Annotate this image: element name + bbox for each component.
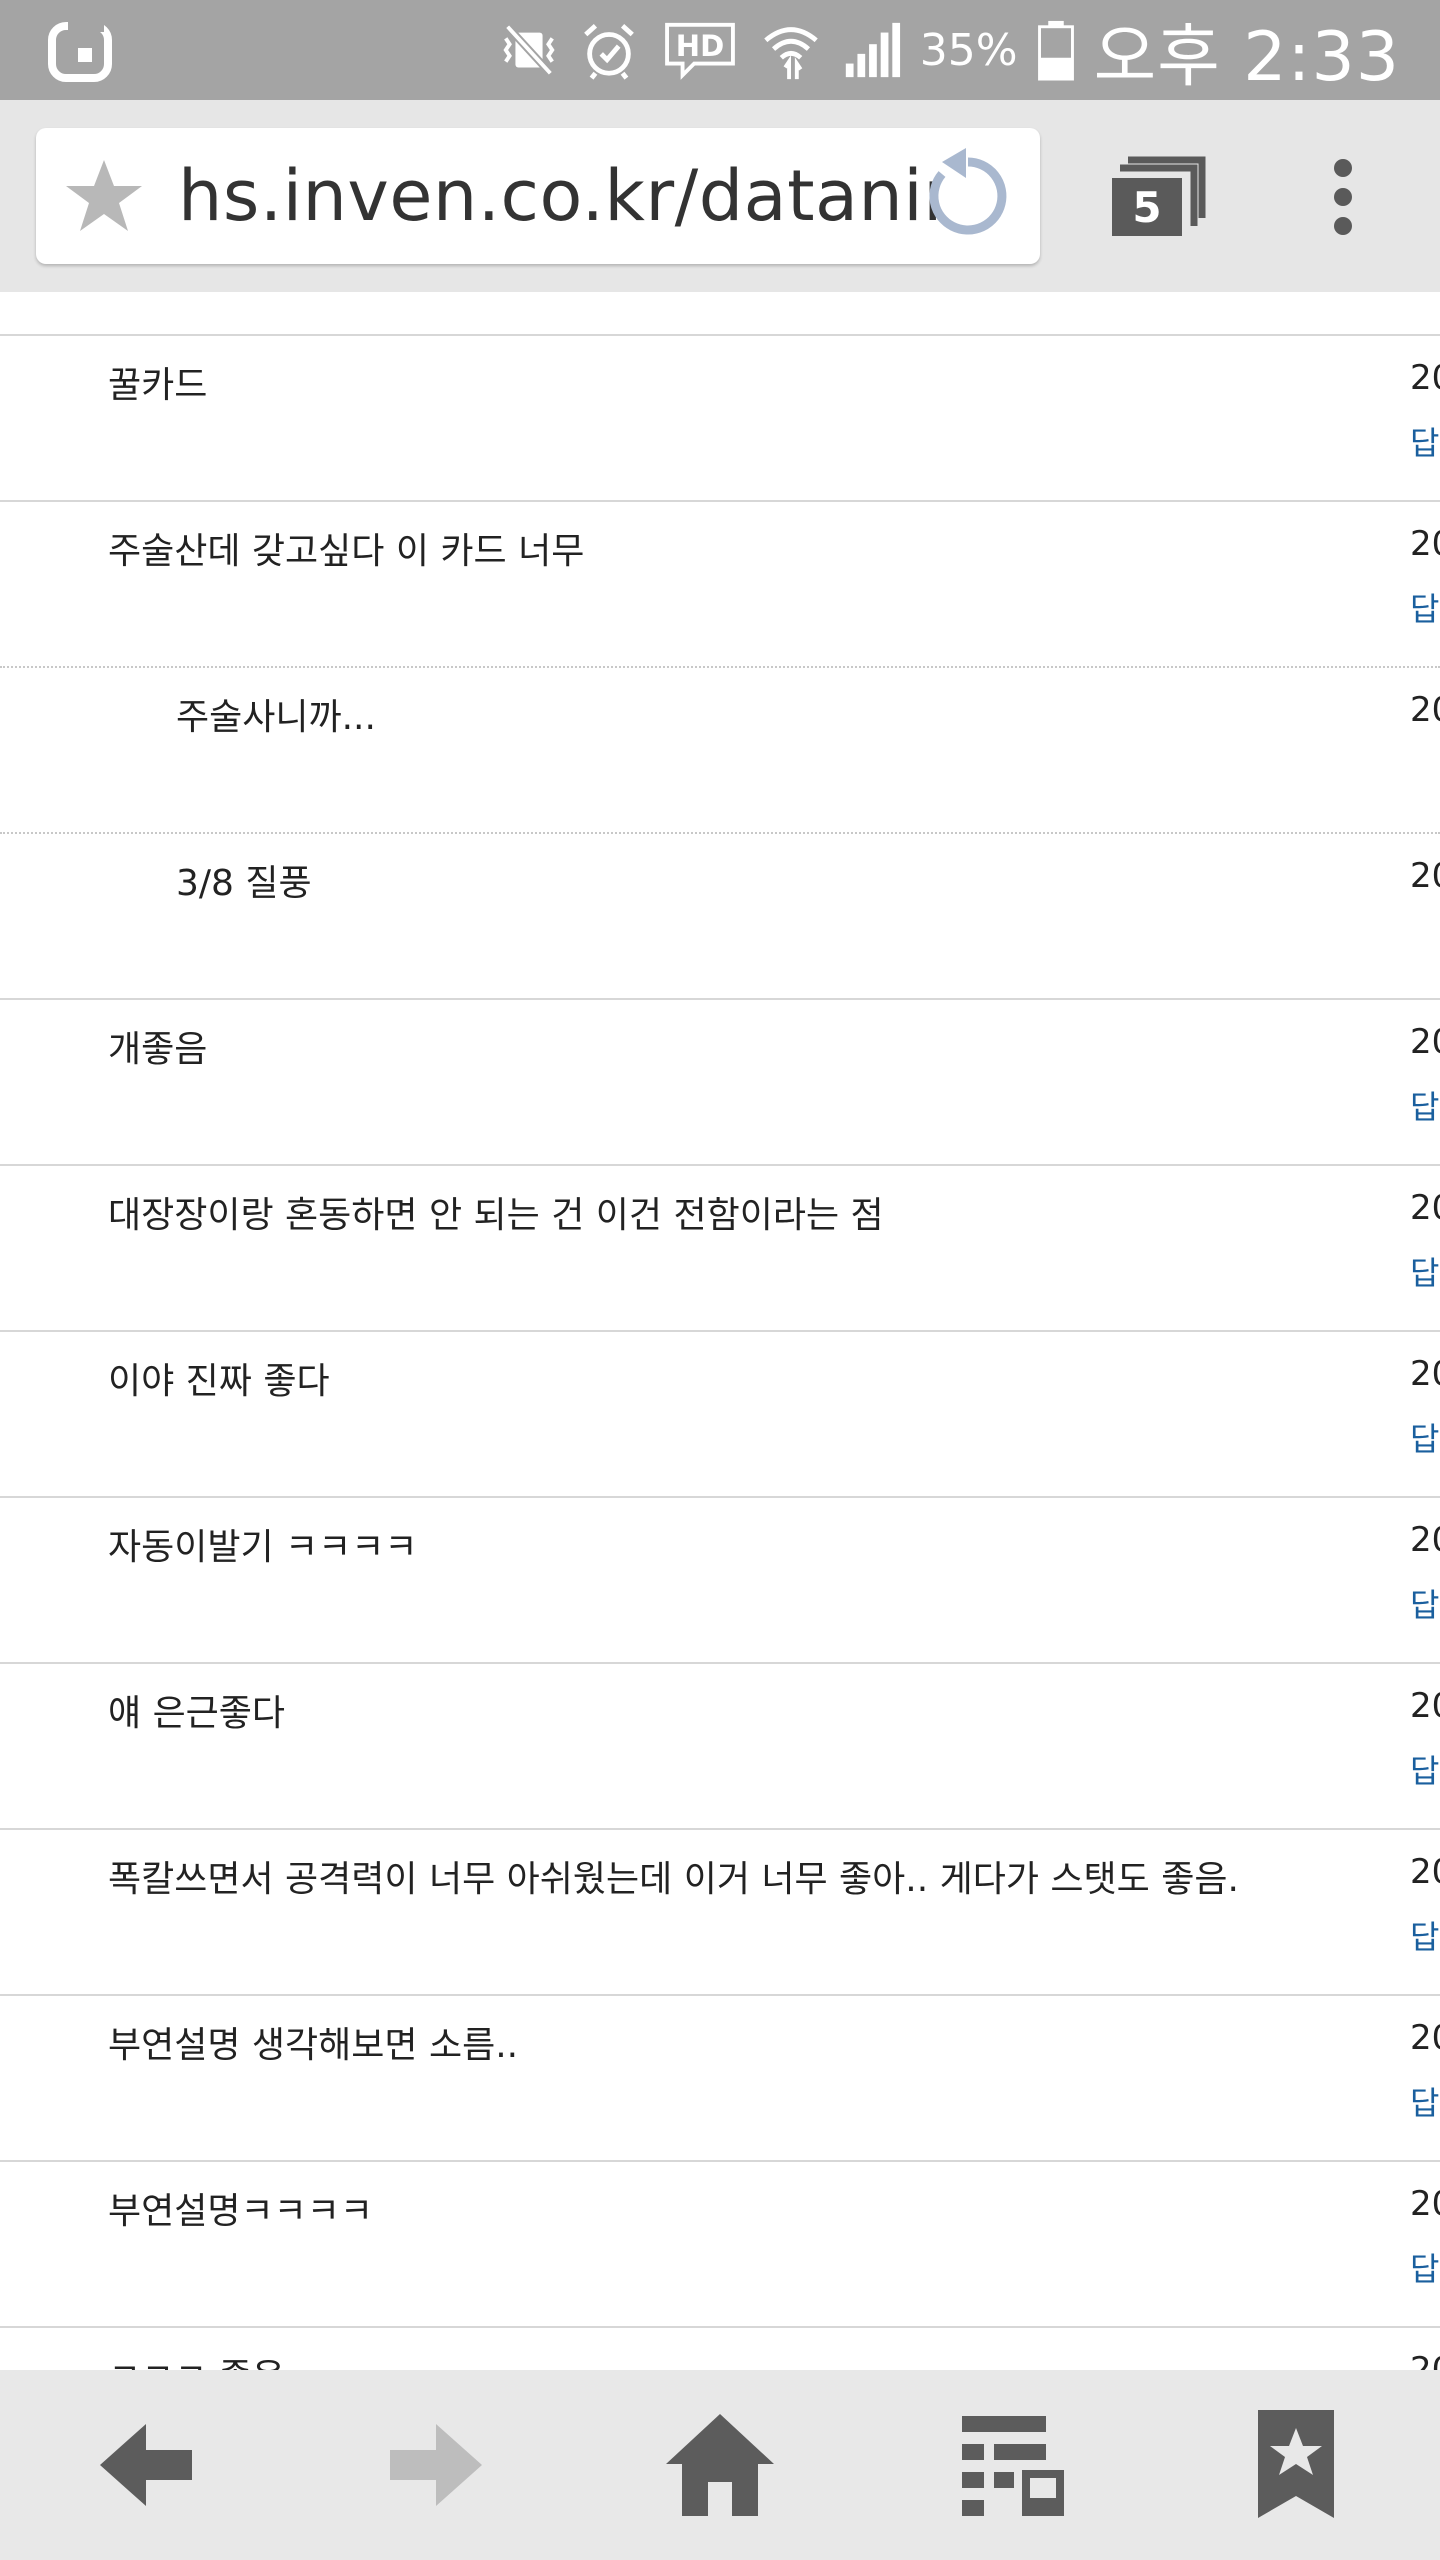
carrier-logo-icon (48, 18, 112, 82)
comment-title[interactable]: 자동이발기 ㅋㅋㅋㅋ (108, 1518, 418, 1570)
bookmarks-icon (1258, 2410, 1334, 2518)
reply-link[interactable]: 답 (1410, 2244, 1439, 2290)
comment-title[interactable]: 얘 은근좋다 (108, 1684, 285, 1736)
back-button[interactable] (90, 2410, 210, 2520)
comment-title[interactable]: 대장장이랑 혼동하면 안 되는 건 이건 전함이라는 점 (108, 1186, 884, 1238)
comment-row[interactable]: 꿀카드 20 답 (0, 334, 1440, 500)
comment-row[interactable]: 부연설명ㅋㅋㅋㅋ 20 답 (0, 2160, 1440, 2326)
alarm-icon (583, 23, 634, 80)
reply-link[interactable]: 답 (1410, 2078, 1439, 2124)
signal-icon (845, 22, 900, 78)
comment-row[interactable]: 주술산데 갖고싶다 이 카드 너무 20 답 (0, 500, 1440, 666)
comment-date: 20 (1410, 2018, 1440, 2058)
comment-title[interactable]: 주술사니까... (176, 688, 376, 740)
comment-date: 20 (1410, 2184, 1440, 2224)
comment-date: 20 (1410, 524, 1440, 564)
comment-date: 20 (1410, 856, 1440, 896)
reply-link[interactable]: 답 (1410, 1912, 1439, 1958)
comment-row[interactable]: 개좋음 20 답 (0, 998, 1440, 1164)
bookmark-star-icon[interactable] (62, 154, 146, 238)
reply-link[interactable]: 답 (1410, 1746, 1439, 1792)
reply-link[interactable]: 답 (1410, 1414, 1439, 1460)
comment-row[interactable]: 부연설명 생각해보면 소름.. 20 답 (0, 1994, 1440, 2160)
reply-link[interactable]: 답 (1410, 1580, 1439, 1626)
page-content: 꿀카드20답주술산데 갖고싶다 이 카드 너무20답주술사니까...203/8 … (0, 292, 1440, 2370)
back-icon (100, 2424, 192, 2506)
comment-title[interactable]: 폭칼쓰면서 공격력이 너무 아쉬웠는데 이거 너무 좋아.. 게다가 스탯도 좋… (108, 1850, 1239, 1902)
comment-title[interactable]: 부연설명ㅋㅋㅋㅋ (108, 2182, 373, 2234)
reply-row[interactable]: 3/8 질풍 20 (0, 832, 1440, 998)
clock: 오후 2:33 (1093, 17, 1400, 97)
reply-row[interactable]: 주술사니까... 20 (0, 666, 1440, 832)
reply-link[interactable]: 답 (1410, 418, 1439, 464)
svg-text:HD: HD (676, 29, 724, 63)
comment-row[interactable]: ㅋㅋㅋ 좋음 20 (0, 2326, 1440, 2370)
forward-button[interactable] (372, 2410, 492, 2520)
url-text[interactable]: hs.inven.co.kr/dataninfo (178, 128, 938, 264)
tab-switcher-button[interactable]: 5 (1106, 156, 1206, 238)
comment-title[interactable]: 3/8 질풍 (176, 854, 312, 906)
address-bar[interactable]: hs.inven.co.kr/dataninfo (36, 128, 1040, 264)
hd-voice-icon: HD (664, 22, 735, 80)
comment-title[interactable]: 개좋음 (108, 1020, 207, 1072)
reply-link[interactable]: 답 (1410, 1082, 1439, 1128)
comment-date: 20 (1410, 1188, 1440, 1228)
wifi-icon (764, 27, 818, 80)
home-button[interactable] (660, 2410, 780, 2520)
comment-date: 20 (1410, 1852, 1440, 1892)
battery-percent: 35% (919, 24, 1018, 76)
comment-title[interactable]: 부연설명 생각해보면 소름.. (108, 2016, 518, 2068)
comment-date: 20 (1410, 690, 1440, 730)
comment-date: 20 (1410, 358, 1440, 398)
reload-icon[interactable] (920, 148, 1016, 244)
comment-row[interactable]: 자동이발기 ㅋㅋㅋㅋ 20 답 (0, 1496, 1440, 1662)
forward-icon (390, 2424, 482, 2506)
comment-date: 20 (1410, 2350, 1440, 2370)
browser-toolbar: hs.inven.co.kr/dataninfo 5 (0, 100, 1440, 292)
reading-list-button[interactable] (952, 2410, 1072, 2520)
browser-window: HD 35% 오후 2:33 hs.inven.co.kr/datani 5 꿀… (0, 0, 1440, 2560)
comment-title[interactable]: 꿀카드 (108, 356, 207, 408)
comment-date: 20 (1410, 1354, 1440, 1394)
comment-date: 20 (1410, 1520, 1440, 1560)
comment-title[interactable]: ㅋㅋㅋ 좋음 (108, 2348, 285, 2370)
bottom-navigation (0, 2370, 1440, 2560)
status-bar: HD 35% 오후 2:33 (0, 0, 1440, 100)
comment-row[interactable]: 폭칼쓰면서 공격력이 너무 아쉬웠는데 이거 너무 좋아.. 게다가 스탯도 좋… (0, 1828, 1440, 1994)
vibrate-off-icon (503, 24, 555, 76)
comment-row[interactable]: 얘 은근좋다 20 답 (0, 1662, 1440, 1828)
comment-date: 20 (1410, 1022, 1440, 1062)
comment-date: 20 (1410, 1686, 1440, 1726)
comment-row[interactable]: 대장장이랑 혼동하면 안 되는 건 이건 전함이라는 점 20 답 (0, 1164, 1440, 1330)
home-icon (666, 2414, 774, 2516)
tab-count: 5 (1132, 183, 1162, 232)
battery-icon (1037, 20, 1074, 81)
reading-list-icon (962, 2416, 1064, 2516)
comment-title[interactable]: 이야 진짜 좋다 (108, 1352, 330, 1404)
comment-title[interactable]: 주술산데 갖고싶다 이 카드 너무 (108, 522, 584, 574)
reply-link[interactable]: 답 (1410, 1248, 1439, 1294)
reply-link[interactable]: 답 (1410, 584, 1439, 630)
bookmarks-button[interactable] (1236, 2410, 1356, 2520)
comment-row[interactable]: 이야 진짜 좋다 20 답 (0, 1330, 1440, 1496)
overflow-menu-icon[interactable] (1318, 156, 1368, 238)
